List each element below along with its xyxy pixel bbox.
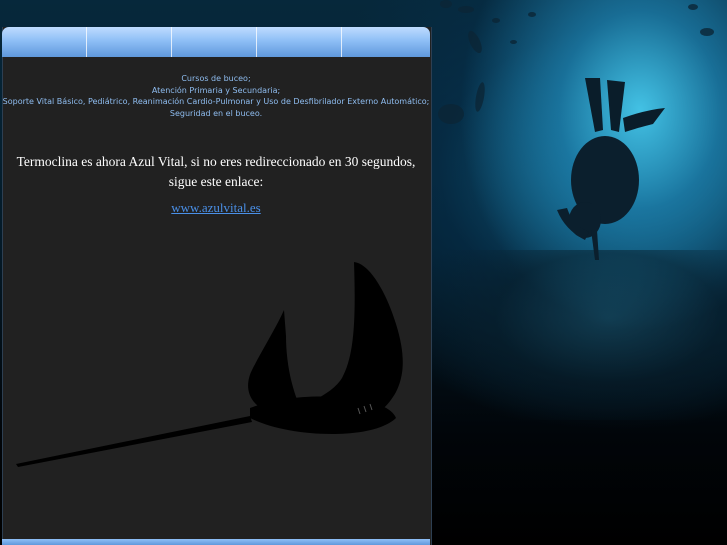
bottom-bar <box>2 539 430 545</box>
course-topics: Cursos de buceo; Atención Primaria y Sec… <box>2 73 430 119</box>
nav-tab-1[interactable] <box>2 27 87 57</box>
fish-icon <box>458 6 474 13</box>
topic-line: Soporte Vital Básico, Pediátrico, Reanim… <box>2 97 430 106</box>
nav-tab-3[interactable] <box>172 27 257 57</box>
manta-ray-icon <box>16 262 403 467</box>
redirect-message: Termoclina es ahora Azul Vital, si no er… <box>16 154 416 189</box>
topic-line: Atención Primaria y Secundaria; <box>151 85 281 95</box>
fish-icon <box>492 18 500 23</box>
top-navigation-bar <box>2 27 430 57</box>
fish-icon <box>700 28 714 36</box>
topic-line: Cursos de buceo; <box>181 74 251 83</box>
scuba-diver-icon <box>557 78 665 260</box>
nav-tab-4[interactable] <box>257 27 342 57</box>
fish-icon <box>688 4 698 10</box>
azulvital-link[interactable]: www.azulvital.es <box>171 200 260 215</box>
topic-line: Seguridad en el buceo. <box>169 108 263 118</box>
redirect-link-container: www.azulvital.es <box>2 200 430 216</box>
reef-rock <box>430 250 727 420</box>
nav-tab-2[interactable] <box>87 27 172 57</box>
fish-icon <box>510 40 517 44</box>
nav-tab-5[interactable] <box>342 27 430 57</box>
fish-icon <box>438 104 464 124</box>
fish-icon <box>440 0 452 8</box>
fish-icon <box>528 12 536 17</box>
